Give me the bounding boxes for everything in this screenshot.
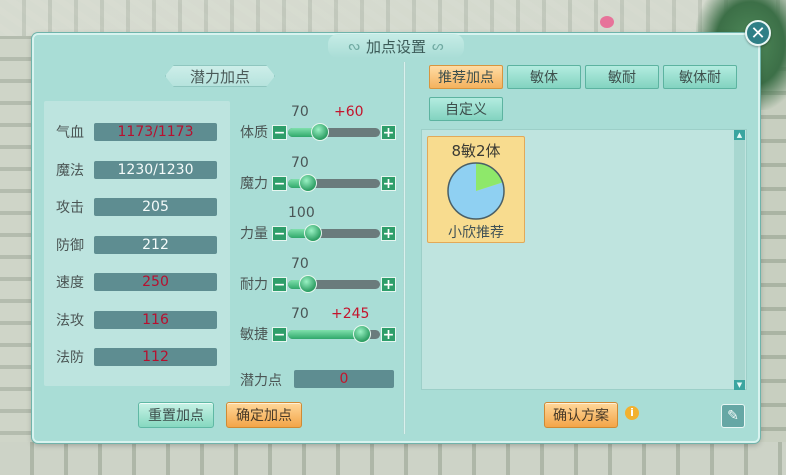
stat-value: 212: [94, 236, 217, 254]
plus-icon[interactable]: +: [381, 175, 396, 191]
attribute-row: 力量 − +: [240, 223, 396, 242]
potential-points-value: 0: [294, 370, 394, 388]
attribute-name: 力量: [240, 226, 268, 242]
slider-knob[interactable]: [299, 173, 318, 192]
attribute-name: 魔力: [240, 176, 268, 192]
background-wall-bottom: [0, 442, 786, 475]
stat-name: 法攻: [56, 313, 84, 329]
reset-points-button[interactable]: 重置加点: [138, 402, 214, 428]
slider-knob[interactable]: [303, 223, 322, 242]
panel-divider: [403, 62, 406, 434]
background-wall-top: [0, 0, 786, 36]
minus-icon[interactable]: −: [272, 276, 287, 292]
minus-icon[interactable]: −: [272, 175, 287, 191]
tab-2[interactable]: 敏耐: [585, 65, 659, 89]
plus-icon[interactable]: +: [381, 326, 396, 342]
attribute-slider[interactable]: [288, 324, 380, 343]
attribute-slider[interactable]: [288, 173, 380, 192]
plus-icon[interactable]: +: [381, 276, 396, 292]
stat-name: 法防: [56, 350, 84, 366]
attribute-row: 体质 − +: [240, 122, 396, 141]
tab-1[interactable]: 敏体: [507, 65, 581, 89]
stat-value: 1230/1230: [94, 161, 217, 179]
info-icon[interactable]: i: [625, 406, 639, 420]
slider-fill: [288, 329, 362, 339]
stat-row: 魔法 1230/1230: [56, 160, 221, 180]
title-swirl-left: ᔓ: [348, 38, 360, 54]
plus-icon[interactable]: +: [381, 124, 396, 140]
confirm-plan-button[interactable]: 确认方案: [544, 402, 618, 428]
stat-name: 防御: [56, 238, 84, 254]
slider-knob[interactable]: [311, 122, 330, 141]
attribute-base-value: 100: [288, 205, 315, 221]
stat-value: 250: [94, 273, 217, 291]
stat-value: 116: [94, 311, 217, 329]
stat-row: 速度 250: [56, 272, 221, 292]
stat-name: 攻击: [56, 200, 84, 216]
plan-card-subtitle: 小欣推荐: [448, 225, 504, 241]
minus-icon[interactable]: −: [272, 124, 287, 140]
minus-icon[interactable]: −: [272, 225, 287, 241]
attribute-slider[interactable]: [288, 122, 380, 141]
plan-card[interactable]: 8敏2体 小欣推荐: [427, 136, 525, 243]
potential-points-label: 潜力点: [240, 373, 282, 389]
window-title-plate: ᔓ 加点设置 ᔕ: [328, 34, 464, 58]
stat-row: 攻击 205: [56, 197, 221, 217]
attribute-base-value: 70: [291, 104, 309, 120]
stat-value: 205: [94, 198, 217, 216]
slider-knob[interactable]: [299, 274, 318, 293]
plan-card-title: 8敏2体: [451, 142, 501, 160]
minus-icon[interactable]: −: [272, 326, 287, 342]
attribute-row: 敏捷 − +: [240, 324, 396, 343]
attribute-row: 耐力 − +: [240, 274, 396, 293]
stat-row: 法防 112: [56, 347, 221, 367]
tab-3[interactable]: 敏体耐: [663, 65, 737, 89]
attribute-bonus-value: +60: [334, 104, 364, 120]
stat-value: 1173/1173: [94, 123, 217, 141]
plan-scrollbar[interactable]: ▲ ▼: [734, 130, 745, 390]
attribute-base-value: 70: [291, 155, 309, 171]
attribute-slider[interactable]: [288, 223, 380, 242]
slider-knob[interactable]: [352, 324, 371, 343]
stat-value: 112: [94, 348, 217, 366]
plan-pie-chart: [447, 162, 505, 220]
stat-row: 法攻 116: [56, 310, 221, 330]
stat-row: 防御 212: [56, 235, 221, 255]
stat-name: 气血: [56, 125, 84, 141]
tab-4[interactable]: 自定义: [429, 97, 503, 121]
background-flower: [600, 16, 614, 28]
close-icon[interactable]: ✕: [745, 20, 771, 46]
attribute-name: 敏捷: [240, 327, 268, 343]
background-wall-left: [0, 36, 34, 475]
attribute-base-value: 70: [291, 256, 309, 272]
scroll-down-icon[interactable]: ▼: [734, 380, 745, 390]
section-title: 潜力加点: [165, 65, 275, 87]
attribute-row: 魔力 − +: [240, 173, 396, 192]
attribute-name: 体质: [240, 125, 268, 141]
attribute-base-value: 70: [291, 306, 309, 322]
window-title: 加点设置: [365, 37, 426, 56]
stat-row: 气血 1173/1173: [56, 122, 221, 142]
confirm-points-button[interactable]: 确定加点: [226, 402, 302, 428]
title-swirl-right: ᔕ: [432, 38, 444, 54]
stat-name: 速度: [56, 275, 84, 291]
scroll-up-icon[interactable]: ▲: [734, 130, 745, 140]
edit-notes-icon[interactable]: ✎: [721, 404, 745, 428]
attribute-bonus-value: +245: [331, 306, 370, 322]
plus-icon[interactable]: +: [381, 225, 396, 241]
stat-name: 魔法: [56, 163, 84, 179]
attribute-name: 耐力: [240, 277, 268, 293]
tab-0[interactable]: 推荐加点: [429, 65, 503, 89]
attribute-slider[interactable]: [288, 274, 380, 293]
